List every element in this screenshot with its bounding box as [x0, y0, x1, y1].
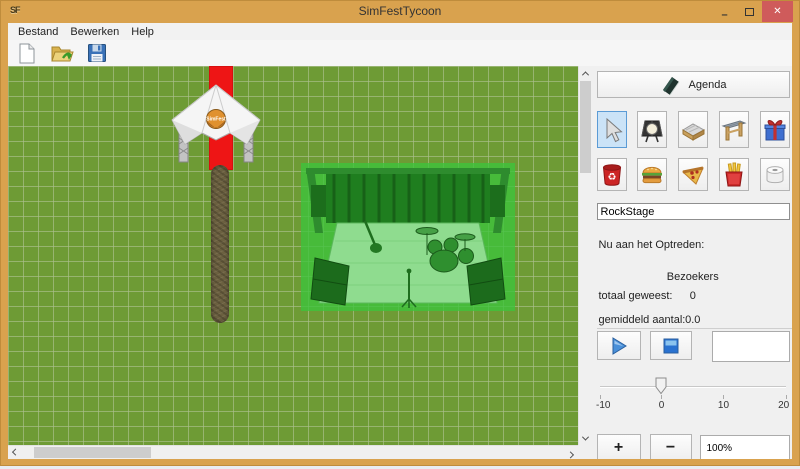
visitors-header: Bezoekers [597, 271, 790, 283]
total-visitors-value: 0 [597, 290, 790, 302]
gift-icon [762, 116, 788, 143]
menu-bestand[interactable]: Bestand [12, 25, 64, 39]
save-button[interactable] [84, 41, 110, 65]
scroll-up-arrow-icon[interactable] [579, 66, 593, 80]
open-file-button[interactable] [49, 41, 75, 65]
burger-icon [639, 163, 665, 187]
minimize-button[interactable]: – [712, 1, 737, 22]
slider-track[interactable] [600, 386, 786, 388]
tool-row-2: ♻ [597, 158, 790, 191]
tool-select-cursor[interactable] [597, 111, 627, 148]
tool-pizza[interactable] [678, 158, 708, 191]
toolbar [8, 40, 792, 66]
horizontal-scrollbar[interactable] [8, 445, 578, 459]
trash-bin-icon: ♻ [600, 162, 624, 187]
hanging-speaker-right [490, 185, 505, 217]
stage-truss-bar [306, 168, 510, 174]
average-visitors-value: 0.0 [597, 314, 790, 326]
maximize-button[interactable] [737, 1, 762, 22]
status-display-box [712, 331, 790, 362]
zoom-in-button[interactable]: + [597, 434, 641, 459]
tool-trash-bin[interactable]: ♻ [597, 158, 627, 191]
vertical-scrollbar[interactable] [578, 66, 592, 445]
maximize-icon [745, 8, 754, 16]
tent-logo-text: SimFest [206, 117, 226, 123]
cursor-icon [600, 116, 624, 144]
tool-stage-platform[interactable] [678, 111, 708, 148]
open-folder-icon [50, 42, 75, 65]
dirt-path [211, 165, 229, 323]
slider-tick-min: -10 [596, 400, 610, 411]
agenda-button[interactable]: Agenda [597, 71, 790, 98]
toilet-roll-icon [763, 162, 787, 188]
menu-help[interactable]: Help [125, 25, 160, 39]
slider-tick-max: 20 [778, 400, 789, 411]
festival-canvas-wrap: SimFest [8, 66, 592, 459]
horizontal-scrollbar-thumb[interactable] [34, 447, 151, 458]
play-icon [609, 336, 629, 356]
tool-spotlight[interactable] [637, 111, 667, 148]
play-button[interactable] [597, 331, 641, 360]
menu-bar: Bestand Bewerken Help [8, 23, 792, 40]
floor-speaker-left [311, 258, 349, 305]
agenda-book-icon [660, 74, 682, 96]
new-document-icon [16, 42, 38, 65]
speed-slider[interactable]: -10 0 10 20 [600, 366, 786, 412]
slider-thumb[interactable] [655, 377, 667, 398]
app-window: SF SimFestTycoon – ✕ Bestand Bewerken He… [0, 0, 800, 466]
entrance-gate-icon [721, 117, 747, 143]
tool-toilet-roll[interactable] [760, 158, 790, 191]
control-panel: Agenda [597, 66, 793, 459]
slider-tick-10: 10 [718, 400, 729, 411]
hanging-speaker-left [311, 185, 326, 217]
tool-fries[interactable] [719, 158, 749, 191]
tool-burger[interactable] [637, 158, 667, 191]
zoom-level-field[interactable] [700, 435, 790, 459]
window-title: SimFestTycoon [1, 1, 799, 22]
tool-gift[interactable] [760, 111, 790, 148]
entrance-tent[interactable]: SimFest [166, 82, 266, 166]
stage-name-input[interactable] [597, 203, 790, 220]
app-icon: SF [10, 5, 25, 18]
tool-row-1 [597, 111, 790, 148]
pizza-icon [680, 163, 706, 187]
stop-button[interactable] [650, 331, 692, 360]
tent-logo-badge: SimFest [206, 110, 226, 129]
scroll-right-arrow-icon[interactable] [564, 446, 578, 459]
main-area: SimFest [8, 66, 792, 459]
stage-curtain [326, 174, 490, 223]
zoom-out-button[interactable]: − [650, 434, 692, 459]
tool-entrance-gate[interactable] [719, 111, 749, 148]
festival-map-canvas[interactable]: SimFest [8, 66, 578, 445]
stage-placement-preview[interactable] [301, 163, 515, 311]
client-area: Bestand Bewerken Help [8, 23, 792, 459]
stage-platform-icon [680, 117, 706, 143]
window-controls: – ✕ [712, 1, 793, 22]
spotlight-icon [639, 116, 665, 143]
save-floppy-icon [86, 42, 108, 64]
close-button[interactable]: ✕ [762, 1, 793, 22]
floor-speaker-right [467, 258, 505, 305]
menu-bewerken[interactable]: Bewerken [64, 25, 125, 39]
agenda-label: Agenda [689, 79, 727, 91]
fries-icon [722, 162, 746, 188]
new-document-button[interactable] [14, 41, 40, 65]
scrollbar-corner [578, 445, 592, 459]
scroll-left-arrow-icon[interactable] [8, 446, 22, 459]
slider-tick-0: 0 [659, 400, 665, 411]
stop-icon [663, 338, 679, 354]
panel-divider [597, 328, 793, 329]
title-bar: SF SimFestTycoon – ✕ [1, 1, 799, 23]
svg-text:♻: ♻ [607, 172, 616, 183]
now-performing-label: Nu aan het Optreden: [599, 239, 705, 251]
scroll-down-arrow-icon[interactable] [579, 431, 593, 445]
vertical-scrollbar-thumb[interactable] [580, 81, 591, 173]
